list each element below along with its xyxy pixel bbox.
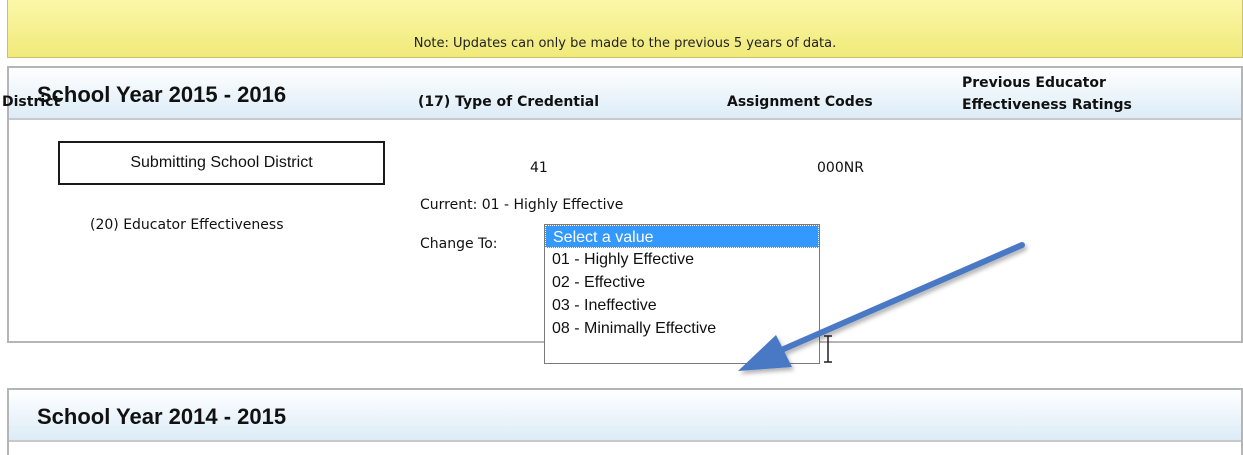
school-year-panel-2014-2015: School Year 2014 - 2015 bbox=[7, 388, 1243, 455]
educator-effectiveness-label: (20) Educator Effectiveness bbox=[90, 217, 284, 233]
page: Note: Updates can only be made to the pr… bbox=[0, 0, 1243, 455]
submitting-school-district-button[interactable]: Submitting School District bbox=[58, 141, 385, 185]
change-to-label: Change To: bbox=[420, 236, 498, 252]
dropdown-option[interactable]: 01 - Highly Effective bbox=[545, 248, 819, 271]
credential-value: 41 bbox=[530, 160, 548, 176]
section-header: School Year 2014 - 2015 bbox=[9, 390, 1241, 442]
assignment-code-value: 000NR bbox=[817, 160, 864, 176]
effectiveness-dropdown-list[interactable]: Select a value 01 - Highly Effective 02 … bbox=[544, 224, 820, 364]
current-rating-text: Current: 01 - Highly Effective bbox=[420, 197, 624, 213]
note-banner: Note: Updates can only be made to the pr… bbox=[7, 0, 1243, 58]
credential-column-label: (17) Type of Credential bbox=[418, 94, 600, 110]
previous-ratings-column-label: Previous Educator Effectiveness Ratings bbox=[962, 75, 1132, 113]
section-title: School Year 2014 - 2015 bbox=[37, 404, 287, 429]
section-title: School Year 2015 - 2016 bbox=[37, 82, 287, 107]
note-text: Note: Updates can only be made to the pr… bbox=[413, 36, 837, 51]
dropdown-option[interactable]: 03 - Ineffective bbox=[545, 294, 819, 317]
dropdown-option[interactable]: 08 - Minimally Effective bbox=[545, 317, 819, 340]
dropdown-option[interactable]: Select a value bbox=[545, 225, 819, 248]
assignment-codes-column-label: Assignment Codes bbox=[727, 94, 873, 110]
dropdown-option[interactable]: 02 - Effective bbox=[545, 271, 819, 294]
district-column-label: District bbox=[2, 94, 61, 110]
